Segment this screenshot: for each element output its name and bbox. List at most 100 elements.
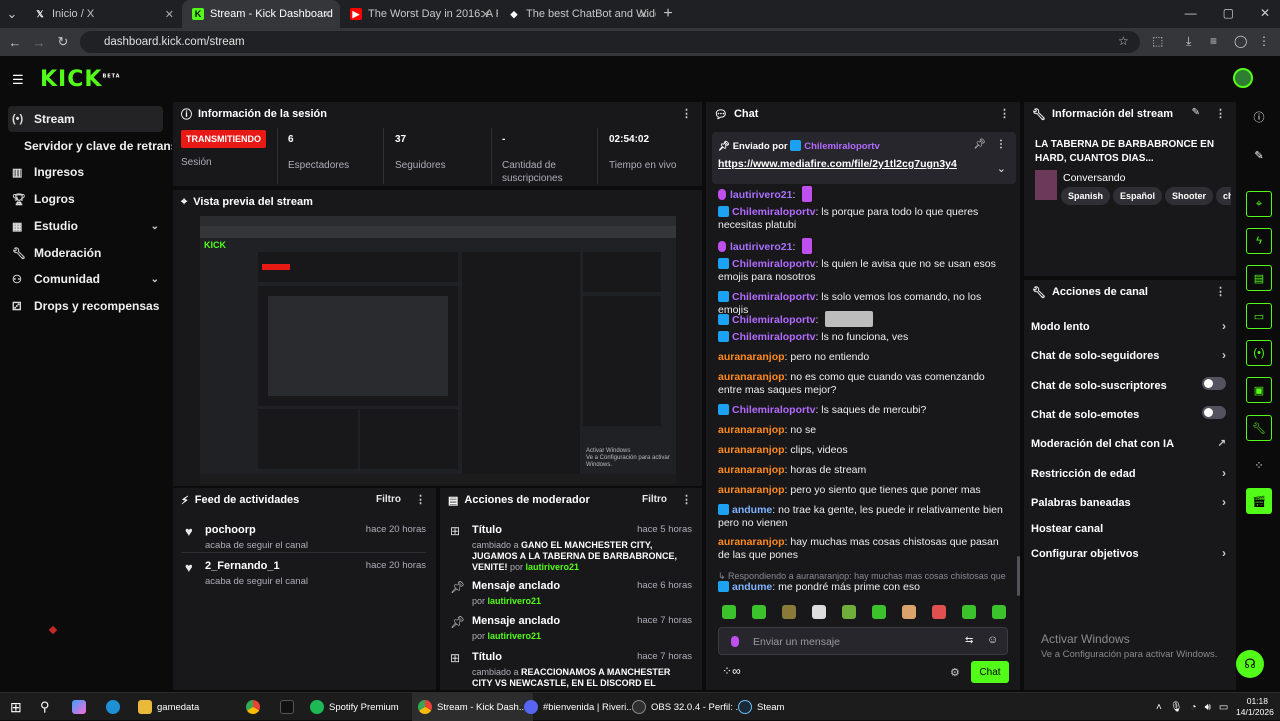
- pinned-user[interactable]: Chilemiraloportv: [804, 141, 880, 152]
- emote-icon[interactable]: [842, 605, 856, 619]
- emote-icon[interactable]: [812, 605, 826, 619]
- chat-user[interactable]: Chilemiraloportv: [732, 291, 815, 303]
- broadcast-icon[interactable]: (•): [1246, 340, 1272, 366]
- sidebar-item-moderacion[interactable]: 🔧︎ Moderación: [8, 240, 163, 266]
- filter-button[interactable]: Filtro: [642, 494, 667, 505]
- layout-icon[interactable]: ▣: [1246, 377, 1272, 403]
- windows-start-icon[interactable]: ⊞: [10, 693, 22, 721]
- chat-user[interactable]: auranaranjop: [718, 484, 785, 496]
- search-icon[interactable]: ⚲: [40, 693, 50, 721]
- info-icon[interactable]: ⓘ: [1246, 104, 1272, 130]
- chrome-icon[interactable]: [246, 693, 260, 721]
- hamburger-icon[interactable]: ☰: [12, 72, 24, 88]
- media-icon[interactable]: ≡: [1210, 34, 1217, 48]
- more-icon[interactable]: ⋮: [681, 107, 692, 120]
- close-window-icon[interactable]: ✕: [1260, 6, 1270, 20]
- action-host-channel[interactable]: Hostear canal: [1031, 523, 1226, 535]
- tab-x[interactable]: 𝕏 Inicio / X ✕: [24, 0, 182, 28]
- chevron-down-icon[interactable]: ⌄: [997, 162, 1006, 175]
- chat-user[interactable]: auranaranjop: [718, 464, 785, 476]
- emote-icon[interactable]: [992, 605, 1006, 619]
- send-chat-button[interactable]: Chat: [971, 661, 1009, 683]
- sidebar-item-server-key[interactable]: Servidor y clave de retransm: [24, 133, 172, 159]
- forward-icon[interactable]: →: [27, 35, 51, 50]
- chat-scrollbar[interactable]: [1017, 556, 1020, 596]
- more-icon[interactable]: ⋮: [681, 493, 692, 506]
- close-icon[interactable]: ✕: [165, 8, 174, 21]
- taskbar-spotify[interactable]: Spotify Premium: [310, 693, 399, 721]
- chat-user[interactable]: andume: [732, 504, 772, 516]
- translate-icon[interactable]: ⇆: [965, 635, 973, 646]
- tiktok-icon[interactable]: [280, 693, 294, 721]
- chat-user[interactable]: Chilemiraloportv: [732, 331, 815, 343]
- emote-icon[interactable]: [932, 605, 946, 619]
- emoji-icon[interactable]: ☺: [987, 634, 998, 646]
- support-headset-icon[interactable]: ☊: [1236, 650, 1264, 678]
- lightning-icon[interactable]: ϟ: [1246, 228, 1272, 254]
- profile-icon[interactable]: ◯: [1234, 34, 1247, 48]
- chat-bubble-icon[interactable]: ▭: [1246, 303, 1272, 329]
- action-banned-words[interactable]: Palabras baneadas ›: [1031, 495, 1226, 509]
- action-goals[interactable]: Configurar objetivos ›: [1031, 546, 1226, 560]
- chat-user[interactable]: auranaranjop: [718, 424, 785, 436]
- wrench-icon[interactable]: 🔧︎: [1246, 415, 1272, 441]
- address-bar[interactable]: dashboard.kick.com/stream: [80, 31, 1140, 53]
- action-followers-only[interactable]: Chat de solo-seguidores ›: [1031, 348, 1226, 362]
- action-age-restriction[interactable]: Restricción de edad ›: [1031, 466, 1226, 480]
- share-icon[interactable]: ⁘: [1246, 452, 1272, 478]
- action-ai-moderation[interactable]: Moderación del chat con IA ↗: [1031, 438, 1226, 450]
- tab-list-icon[interactable]: ⌄: [0, 6, 24, 22]
- chat-user[interactable]: auranaranjop: [718, 371, 785, 383]
- sidebar-item-ingresos[interactable]: ▥ Ingresos: [8, 159, 163, 185]
- emote-icon[interactable]: [752, 605, 766, 619]
- sidebar-item-comunidad[interactable]: ⚇ Comunidad ⌄: [8, 266, 163, 292]
- mod-user[interactable]: lautirivero21: [526, 562, 580, 572]
- tab-youtube[interactable]: ▶ The Worst Day in 2016: A Playli✕: [340, 0, 498, 28]
- more-icon[interactable]: ⋮: [1215, 107, 1226, 120]
- close-icon[interactable]: ✕: [323, 8, 332, 21]
- chat-user[interactable]: Chilemiraloportv: [732, 258, 815, 270]
- minimize-icon[interactable]: —: [1185, 6, 1197, 20]
- chat-user[interactable]: Chilemiraloportv: [732, 314, 815, 326]
- emote-icon[interactable]: [902, 605, 916, 619]
- bookmark-star-icon[interactable]: ☆: [1118, 34, 1129, 48]
- more-icon[interactable]: ⋮: [999, 107, 1010, 120]
- unpin-icon[interactable]: 📌︎: [973, 139, 986, 150]
- taskbar-steam[interactable]: Steam: [738, 693, 784, 721]
- chat-user[interactable]: auranaranjop: [718, 351, 785, 363]
- settings-gear-icon[interactable]: ⚙: [950, 666, 960, 679]
- filter-button[interactable]: Filtro: [376, 494, 401, 505]
- more-icon[interactable]: ⋮: [415, 493, 426, 506]
- emotes-only-toggle[interactable]: [1202, 406, 1226, 419]
- back-icon[interactable]: ←: [3, 35, 27, 50]
- taskbar-obs[interactable]: OBS 32.0.4 - Perfil: ...: [632, 693, 743, 721]
- taskbar-gamedata[interactable]: gamedata: [138, 693, 199, 721]
- maximize-icon[interactable]: ▢: [1223, 6, 1234, 20]
- kick-logo[interactable]: KICKBETA: [40, 67, 121, 92]
- tab-kick-dashboard[interactable]: K Stream - Kick Dashboard ✕: [182, 0, 340, 28]
- emote-icon[interactable]: [782, 605, 796, 619]
- menu-icon[interactable]: ⋮: [1258, 34, 1270, 48]
- close-icon[interactable]: ✕: [639, 8, 648, 21]
- chat-user[interactable]: andume: [732, 581, 772, 593]
- chat-user[interactable]: Chilemiraloportv: [732, 404, 815, 416]
- stream-preview-video[interactable]: KICK Activar Windows Ve a Configuración p…: [200, 216, 676, 484]
- document-icon[interactable]: ▤: [1246, 265, 1272, 291]
- clock[interactable]: 01:18 14/1/2026: [1236, 696, 1274, 718]
- mod-user[interactable]: lautirivero21: [488, 596, 542, 606]
- category-name[interactable]: Conversando: [1063, 172, 1125, 184]
- tab-chatbot[interactable]: ◆ The best ChatBot and Widgets✕: [498, 0, 656, 28]
- emote-icon[interactable]: [962, 605, 976, 619]
- taskbar-chrome-kick[interactable]: Stream - Kick Dash...: [412, 693, 533, 721]
- more-icon[interactable]: ⋮: [1215, 285, 1226, 298]
- emote-icon[interactable]: [872, 605, 886, 619]
- system-tray[interactable]: ˄ 🎙︎ ◔ 🔊︎ ▭: [1156, 693, 1228, 721]
- close-icon[interactable]: ✕: [481, 8, 490, 21]
- reload-icon[interactable]: ↻: [51, 34, 75, 50]
- sidebar-item-drops[interactable]: ⚂ Drops y recompensas: [8, 293, 163, 319]
- chat-user[interactable]: lautirivero21: [730, 241, 792, 253]
- sidebar-item-stream[interactable]: (•) Stream: [8, 106, 163, 132]
- chat-user[interactable]: auranaranjop: [718, 536, 785, 548]
- mod-user[interactable]: lautirivero21: [488, 631, 542, 641]
- edit-pencil-icon[interactable]: ✎: [1246, 142, 1272, 168]
